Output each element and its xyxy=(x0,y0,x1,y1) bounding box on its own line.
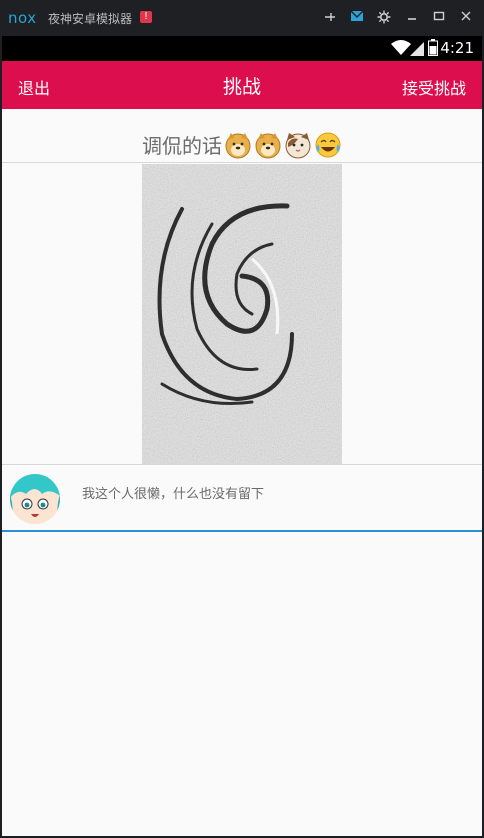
alert-badge[interactable]: ! xyxy=(140,11,152,23)
close-icon[interactable] xyxy=(458,10,474,26)
divider xyxy=(2,162,482,163)
user-description: 我这个人很懒，什么也没有留下 xyxy=(82,487,265,502)
app-bar: 退出 挑战 接受挑战 xyxy=(2,61,482,109)
status-time: 4:21 xyxy=(440,39,474,57)
doge-face-icon xyxy=(224,131,252,159)
challenge-content: 调侃的话 我这个人很懒，什么也没有留下 xyxy=(2,109,482,836)
pin-icon[interactable] xyxy=(322,10,338,26)
cat-face-icon xyxy=(284,131,312,159)
battery-icon xyxy=(428,39,438,60)
doge-face-icon xyxy=(254,131,282,159)
challenge-image[interactable] xyxy=(142,164,342,464)
maximize-icon[interactable] xyxy=(431,10,447,26)
taunt-label: 调侃的话 xyxy=(142,134,222,158)
settings-gear-icon[interactable] xyxy=(376,10,392,26)
mail-icon[interactable] xyxy=(349,10,365,26)
signal-icon xyxy=(410,40,424,60)
emulator-titlebar: nox 夜神安卓模拟器 ! xyxy=(0,0,484,36)
tears-of-joy-icon xyxy=(314,131,342,159)
user-row[interactable]: 我这个人很懒，什么也没有留下 xyxy=(2,465,482,531)
minimize-icon[interactable] xyxy=(404,10,420,26)
taunt-row: 调侃的话 xyxy=(2,130,482,160)
user-avatar[interactable] xyxy=(10,474,60,524)
android-status-bar: 4:21 xyxy=(2,36,482,61)
accept-challenge-button[interactable]: 接受挑战 xyxy=(402,75,466,99)
emulator-title: 夜神安卓模拟器 xyxy=(48,12,133,26)
nox-logo: nox xyxy=(8,9,37,27)
section-underline xyxy=(2,530,482,532)
wifi-icon xyxy=(391,40,411,60)
